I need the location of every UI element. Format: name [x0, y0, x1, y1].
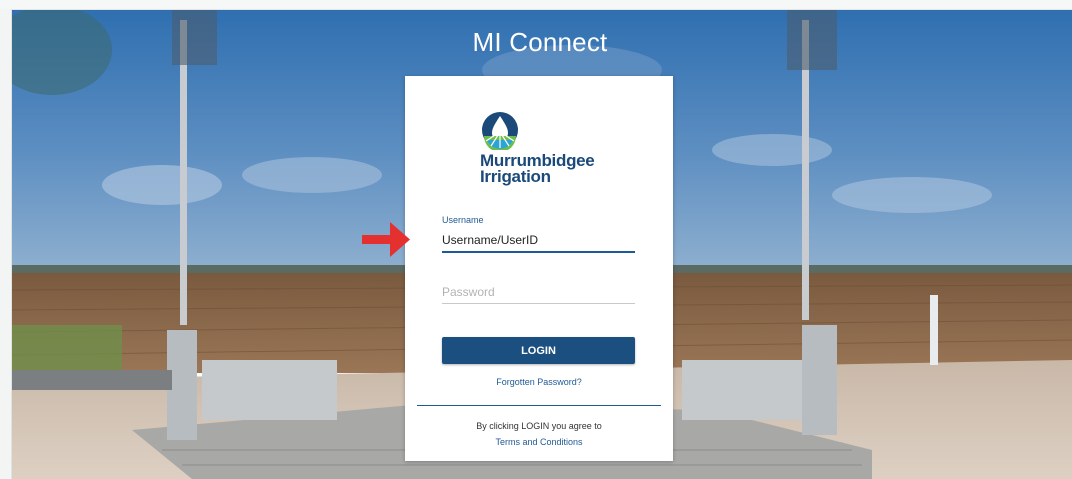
browser-top-strip: [0, 0, 1072, 10]
username-input[interactable]: [442, 229, 635, 253]
brand-name: Murrumbidgee Irrigation: [480, 152, 595, 186]
terms-link[interactable]: Terms and Conditions: [405, 437, 673, 447]
left-scroll-strip: [0, 9, 12, 479]
login-button[interactable]: LOGIN: [442, 337, 635, 364]
forgot-password-link[interactable]: Forgotten Password?: [405, 377, 673, 387]
password-input[interactable]: [442, 281, 635, 304]
app-title: MI Connect: [472, 27, 608, 57]
brand-logo: Murrumbidgee Irrigation: [475, 110, 615, 190]
login-card: Murrumbidgee Irrigation Username LOGIN F…: [405, 76, 673, 461]
divider: [417, 405, 661, 406]
agreement-text: By clicking LOGIN you agree to: [476, 421, 602, 431]
red-arrow-icon: [362, 222, 410, 257]
username-label: Username: [442, 215, 484, 225]
brand-line2: Irrigation: [480, 167, 551, 186]
login-page: MI Connect Murrumbidgee Irrigation Usern…: [0, 0, 1072, 479]
droplet-sun-logo-icon: [482, 112, 518, 150]
